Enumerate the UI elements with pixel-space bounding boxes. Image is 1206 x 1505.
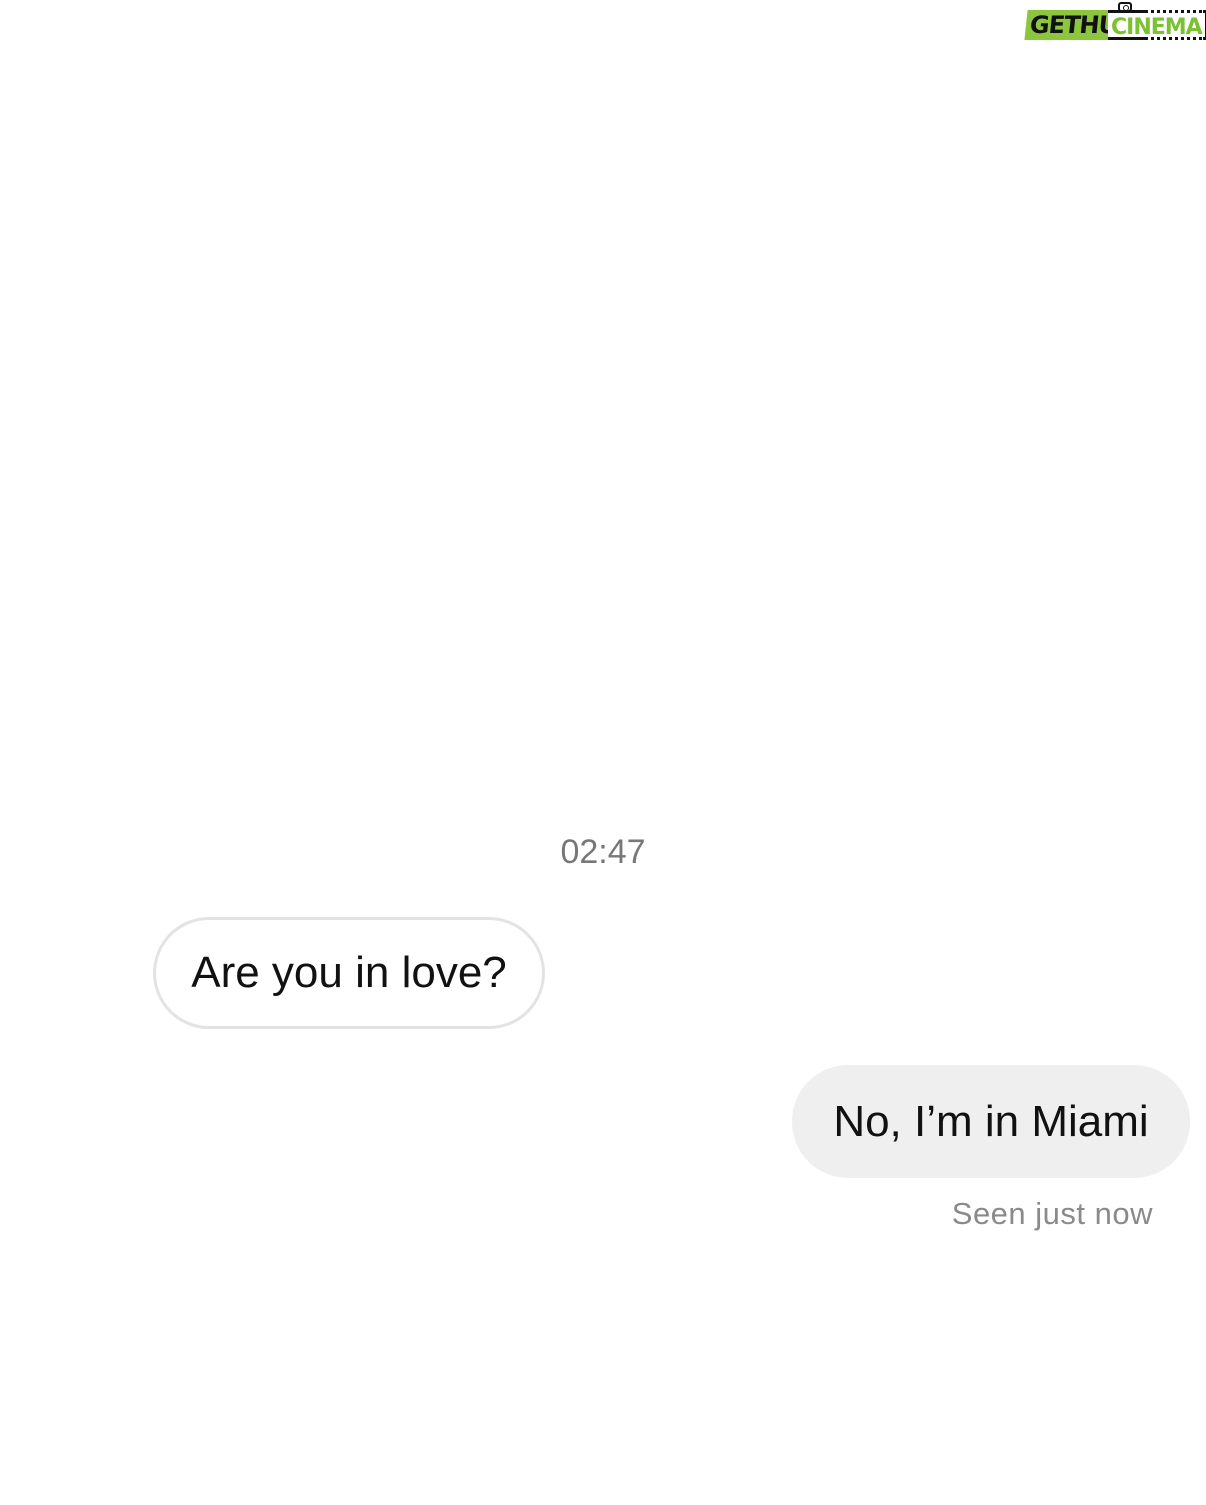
watermark-text-cinema: CINEMA <box>1108 10 1206 40</box>
message-timestamp: 02:47 <box>560 833 646 871</box>
incoming-message-text: Are you in love? <box>191 948 507 997</box>
read-receipt: Seen just now <box>951 1196 1153 1231</box>
outgoing-message-text: No, I’m in Miami <box>833 1096 1149 1146</box>
watermark-logo: GETHU CINEMA <box>1024 2 1206 48</box>
incoming-message-bubble[interactable]: Are you in love? <box>153 917 545 1029</box>
outgoing-message-bubble[interactable]: No, I’m in Miami <box>792 1065 1190 1178</box>
